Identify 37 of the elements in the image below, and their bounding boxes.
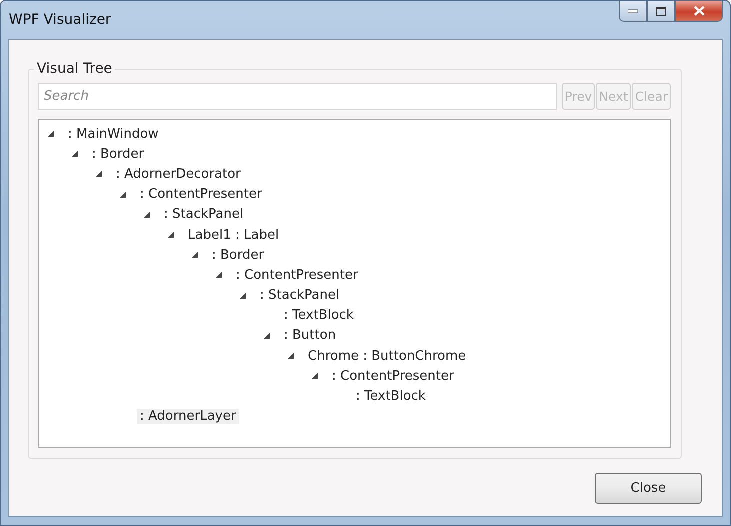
- expanded-triangle-icon[interactable]: [143, 210, 151, 219]
- tree-item[interactable]: : AdornerDecorator: [113, 166, 244, 182]
- expanded-triangle-icon[interactable]: [287, 352, 295, 360]
- tree-item[interactable]: : TextBlock: [281, 308, 357, 324]
- maximize-button[interactable]: [647, 1, 675, 22]
- tree-item[interactable]: : ContentPresenter: [233, 268, 362, 283]
- group-title: Visual Tree: [36, 61, 114, 77]
- expanded-triangle-icon[interactable]: [311, 372, 319, 380]
- search-field[interactable]: Search: [38, 83, 557, 110]
- close-icon: [694, 6, 704, 16]
- tree-item[interactable]: : AdornerLayer: [137, 409, 240, 424]
- expanded-triangle-icon[interactable]: [95, 170, 103, 178]
- tree-item[interactable]: Label1 : Label: [185, 228, 282, 243]
- window-title: WPF Visualizer: [9, 12, 112, 28]
- minimize-button[interactable]: [619, 1, 647, 22]
- tree-item[interactable]: : Border: [89, 146, 148, 162]
- expanded-triangle-icon[interactable]: [263, 332, 271, 340]
- tree-item[interactable]: : ContentPresenter: [329, 368, 458, 384]
- tree-item[interactable]: : StackPanel: [257, 288, 343, 304]
- expanded-triangle-icon[interactable]: [119, 190, 127, 199]
- tree-item[interactable]: : Border: [209, 248, 268, 263]
- expanded-triangle-icon[interactable]: [167, 231, 175, 240]
- tree-item[interactable]: Chrome : ButtonChrome: [305, 348, 470, 364]
- tree-item[interactable]: : ContentPresenter: [137, 187, 266, 202]
- expanded-triangle-icon[interactable]: [191, 251, 199, 260]
- minimize-icon: [628, 9, 638, 13]
- close-button[interactable]: Close: [595, 473, 702, 504]
- close-window-button[interactable]: [675, 1, 723, 22]
- expanded-triangle-icon[interactable]: [215, 271, 223, 280]
- tree-item[interactable]: : StackPanel: [161, 207, 247, 222]
- expanded-triangle-icon[interactable]: [239, 292, 247, 300]
- tree-item[interactable]: : TextBlock: [353, 389, 429, 404]
- expanded-triangle-icon[interactable]: [71, 150, 79, 158]
- tree-item[interactable]: : Button: [281, 328, 340, 344]
- tree-item[interactable]: : MainWindow: [65, 126, 162, 142]
- expanded-triangle-icon[interactable]: [47, 130, 55, 138]
- maximize-icon: [656, 6, 666, 16]
